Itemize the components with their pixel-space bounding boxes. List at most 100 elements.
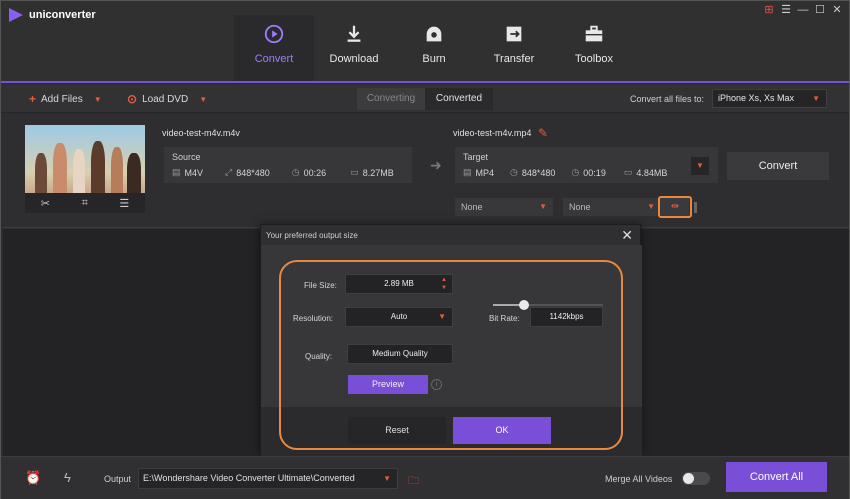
convert-all-button[interactable]: Convert All (726, 462, 827, 492)
status-tabs: Converting Converted (357, 88, 493, 110)
stepper-icon[interactable]: ▲ ▼ (441, 276, 447, 292)
tab-converting[interactable]: Converting (357, 88, 425, 110)
convert-all-value: iPhone Xs, Xs Max (718, 93, 795, 103)
app-window: uniconverter ⊞ ☰ — ☐ ✕ Convert Download … (0, 0, 850, 499)
toolbar: + Add Files ▼ ⊙ Load DVD ▼ Converting Co… (1, 85, 849, 113)
subtitle-select[interactable]: None ▼ (455, 198, 553, 216)
video-thumbnail[interactable] (25, 125, 145, 193)
add-icon: + (29, 92, 37, 106)
file-size-value: 2.89 MB (384, 279, 414, 288)
merge-all-toggle[interactable] (682, 472, 710, 485)
nav-convert-label: Convert (254, 53, 294, 65)
download-icon (347, 25, 361, 42)
nav-toolbox[interactable]: Toolbox (554, 15, 634, 81)
info-icon (694, 202, 697, 213)
file-item: ✂ ⌗ ☰ video-test-m4v.m4v Source ▤ M4V ⤢ 84… (3, 114, 849, 228)
convert-arrow-icon: ➜ (430, 157, 442, 173)
convert-all-label: Convert all files to: (630, 94, 705, 104)
nav-convert[interactable]: Convert (234, 15, 314, 81)
ok-button[interactable]: OK (453, 417, 551, 444)
folder-icon: ▭ (623, 167, 633, 177)
toggle-knob (683, 473, 694, 484)
dialog-close-icon[interactable]: ✕ (621, 227, 633, 244)
load-dvd-label: Load DVD (142, 93, 189, 105)
window-controls: ⊞ ☰ — ☐ ✕ (763, 4, 843, 16)
output-size-dialog: Your preferred output size ✕ File Size: … (260, 224, 642, 456)
resolution-label: Resolution: (293, 314, 334, 323)
load-dvd-button[interactable]: ⊙ Load DVD ▼ (127, 92, 207, 106)
source-duration: 00:26 (303, 167, 327, 178)
toolbox-icon (585, 25, 603, 42)
convert-all-select[interactable]: iPhone Xs, Xs Max ▼ (712, 89, 827, 108)
output-path-select[interactable]: E:\Wondershare Video Converter Ultimate\… (138, 468, 398, 489)
chevron-down-icon: ▼ (539, 202, 547, 211)
clock-icon: ◷ (291, 167, 300, 177)
chevron-down-icon[interactable]: ▼ (94, 95, 102, 104)
preview-button[interactable]: Preview (348, 375, 428, 394)
lightning-icon[interactable]: ϟ (64, 470, 71, 485)
subtitle-value: None (461, 202, 483, 212)
effects-icon[interactable]: ☰ (119, 197, 129, 210)
convert-button[interactable]: Convert (727, 152, 829, 180)
source-format: M4V (184, 167, 204, 178)
burn-icon (426, 26, 442, 42)
output-label: Output (104, 474, 132, 484)
quality-label: Quality: (305, 352, 333, 361)
resolution-icon: ⤢ (225, 167, 233, 177)
crop-icon[interactable]: ⌗ (82, 197, 88, 210)
app-name: uniconverter (29, 9, 96, 21)
bottom-bar: ⏰ ϟ Output E:\Wondershare Video Converte… (1, 456, 849, 499)
source-info-panel: Source ▤ M4V ⤢ 848*480 ◷ 00:26 ▭ 8.27MB (164, 147, 412, 183)
gift-icon[interactable]: ⊞ (763, 4, 775, 16)
target-heading: Target (463, 152, 489, 162)
target-format: MP4 (475, 167, 495, 178)
nav-transfer-label: Transfer (493, 53, 535, 65)
trim-icon[interactable]: ✂ (41, 197, 50, 210)
audio-select[interactable]: None ▼ (563, 198, 661, 216)
bitrate-field: 1142kbps (530, 307, 603, 327)
close-icon[interactable]: ✕ (831, 4, 843, 16)
chevron-down-icon: ▼ (438, 312, 446, 321)
nav-toolbox-label: Toolbox (575, 53, 613, 65)
bitrate-label: Bit Rate: (489, 314, 520, 323)
thumbnail-tools: ✂ ⌗ ☰ (25, 193, 145, 213)
nav-burn[interactable]: Burn (394, 15, 474, 81)
logo-icon (9, 8, 23, 22)
resolution-select[interactable]: Auto ▼ (345, 307, 453, 327)
menu-icon[interactable]: ☰ (780, 4, 792, 16)
film-icon: ▤ (172, 167, 181, 177)
maximize-icon[interactable]: ☐ (814, 4, 826, 16)
target-duration: 00:19 (583, 167, 606, 178)
folder-icon: ▭ (350, 167, 359, 177)
add-files-button[interactable]: + Add Files ▼ (29, 92, 102, 106)
nav-transfer[interactable]: Transfer (474, 15, 554, 81)
reset-button[interactable]: Reset (348, 417, 446, 444)
edit-icon[interactable]: ✎ (538, 126, 548, 140)
main-nav: Convert Download Burn Transfer Toolbox (234, 15, 634, 81)
help-icon[interactable]: i (431, 379, 442, 390)
highlight-outline (658, 196, 692, 218)
quality-value: Medium Quality (372, 349, 428, 358)
alarm-clock-icon[interactable]: ⏰ (25, 470, 41, 486)
file-size-input[interactable]: 2.89 MB ▲ ▼ (345, 274, 453, 294)
resolution-icon: ◷ (510, 167, 518, 177)
top-navigation-bar: uniconverter ⊞ ☰ — ☐ ✕ Convert Download … (1, 1, 849, 83)
target-file-name: video-test-m4v.mp4 (453, 128, 532, 138)
resolution-value: Auto (390, 312, 408, 321)
film-icon: ▤ (463, 167, 472, 177)
bitrate-value: 1142kbps (549, 312, 584, 321)
file-size-slider[interactable] (493, 300, 603, 310)
nav-download[interactable]: Download (314, 15, 394, 81)
target-format-dropdown[interactable]: ▼ (691, 157, 709, 175)
clock-icon: ◷ (571, 167, 580, 177)
tab-converted[interactable]: Converted (425, 88, 493, 110)
quality-select[interactable]: Medium Quality (347, 344, 453, 364)
nav-burn-label: Burn (422, 53, 446, 65)
open-folder-icon[interactable]: 🗀 (408, 472, 419, 491)
minimize-icon[interactable]: — (797, 4, 809, 16)
dvd-icon: ⊙ (127, 92, 138, 106)
slider-handle[interactable] (518, 300, 529, 310)
chevron-down-icon: ▼ (812, 94, 820, 103)
chevron-down-icon[interactable]: ▼ (199, 95, 207, 104)
source-size: 8.27MB (362, 167, 394, 178)
